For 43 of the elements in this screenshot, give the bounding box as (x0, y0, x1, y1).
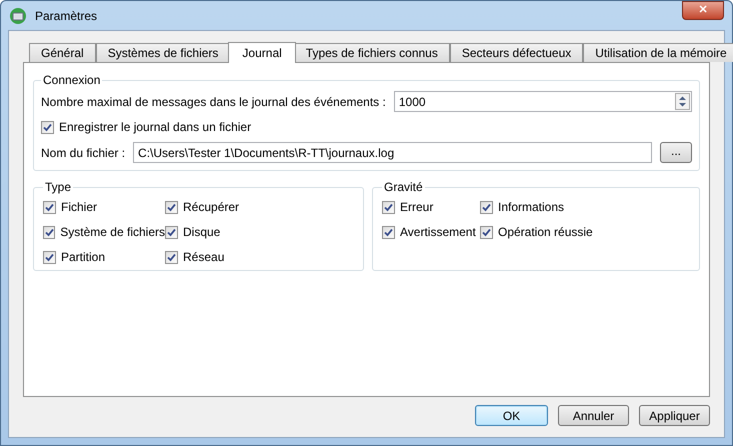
checkbox[interactable] (480, 200, 493, 214)
tab[interactable]: Systèmes de fichiers (96, 43, 230, 62)
dialog-button[interactable]: OK (475, 405, 548, 426)
checkbox-label[interactable]: Système de fichiers (60, 223, 165, 241)
tab[interactable]: Utilisation de la mémoire (583, 43, 733, 62)
checkbox[interactable] (165, 200, 178, 214)
checkbox[interactable] (41, 120, 54, 134)
checkbox-label[interactable]: Partition (61, 248, 106, 266)
checkbox[interactable] (43, 250, 56, 264)
checkbox-label[interactable]: Informations (498, 198, 564, 216)
group-title: Gravité (383, 179, 424, 196)
checkbox-label[interactable]: Disque (183, 223, 220, 241)
checkbox-label[interactable]: Avertissement (400, 223, 476, 241)
checkbox-label[interactable]: Réseau (183, 248, 224, 266)
spin-arrows-icon[interactable] (675, 93, 690, 110)
group-title: Type (44, 179, 72, 196)
window-title: Paramètres (35, 8, 98, 24)
checkbox[interactable] (43, 200, 56, 214)
field-label: Nombre maximal de messages dans le journal des événements : (41, 94, 386, 110)
tab[interactable]: Types de fichiers connus (294, 43, 450, 62)
checkbox-label[interactable]: Erreur (400, 198, 434, 216)
checkbox[interactable] (43, 226, 56, 238)
checkbox-label[interactable]: Récupérer (183, 198, 240, 216)
checkbox-label[interactable]: Fichier (61, 198, 98, 216)
checkbox[interactable] (382, 226, 395, 238)
field-label: Nom du fichier : (41, 144, 126, 162)
checkbox-label[interactable]: Opération réussie (498, 223, 593, 241)
dialog-button[interactable]: Annuler (558, 405, 629, 426)
number-spinner[interactable]: 1000 (394, 91, 692, 112)
dialog-button[interactable]: Appliquer (639, 405, 710, 426)
field-value: 1000 (398, 94, 427, 110)
tab[interactable]: Général (29, 43, 96, 62)
tab[interactable]: Journal (228, 42, 296, 63)
checkbox[interactable] (165, 250, 178, 264)
file-path-field[interactable]: C:\Users\Tester 1\Documents\R-TT\journaux.log (133, 142, 652, 163)
checkbox[interactable] (480, 226, 493, 238)
checkbox[interactable] (165, 226, 178, 238)
checkbox-label[interactable]: Enregistrer le journal dans un fichier (59, 118, 252, 136)
tab[interactable]: Secteurs défectueux (450, 43, 584, 62)
group-title: Connexion (42, 72, 102, 89)
browse-button[interactable]: ... (660, 142, 692, 163)
app-icon (9, 6, 27, 24)
checkbox[interactable] (382, 200, 395, 214)
